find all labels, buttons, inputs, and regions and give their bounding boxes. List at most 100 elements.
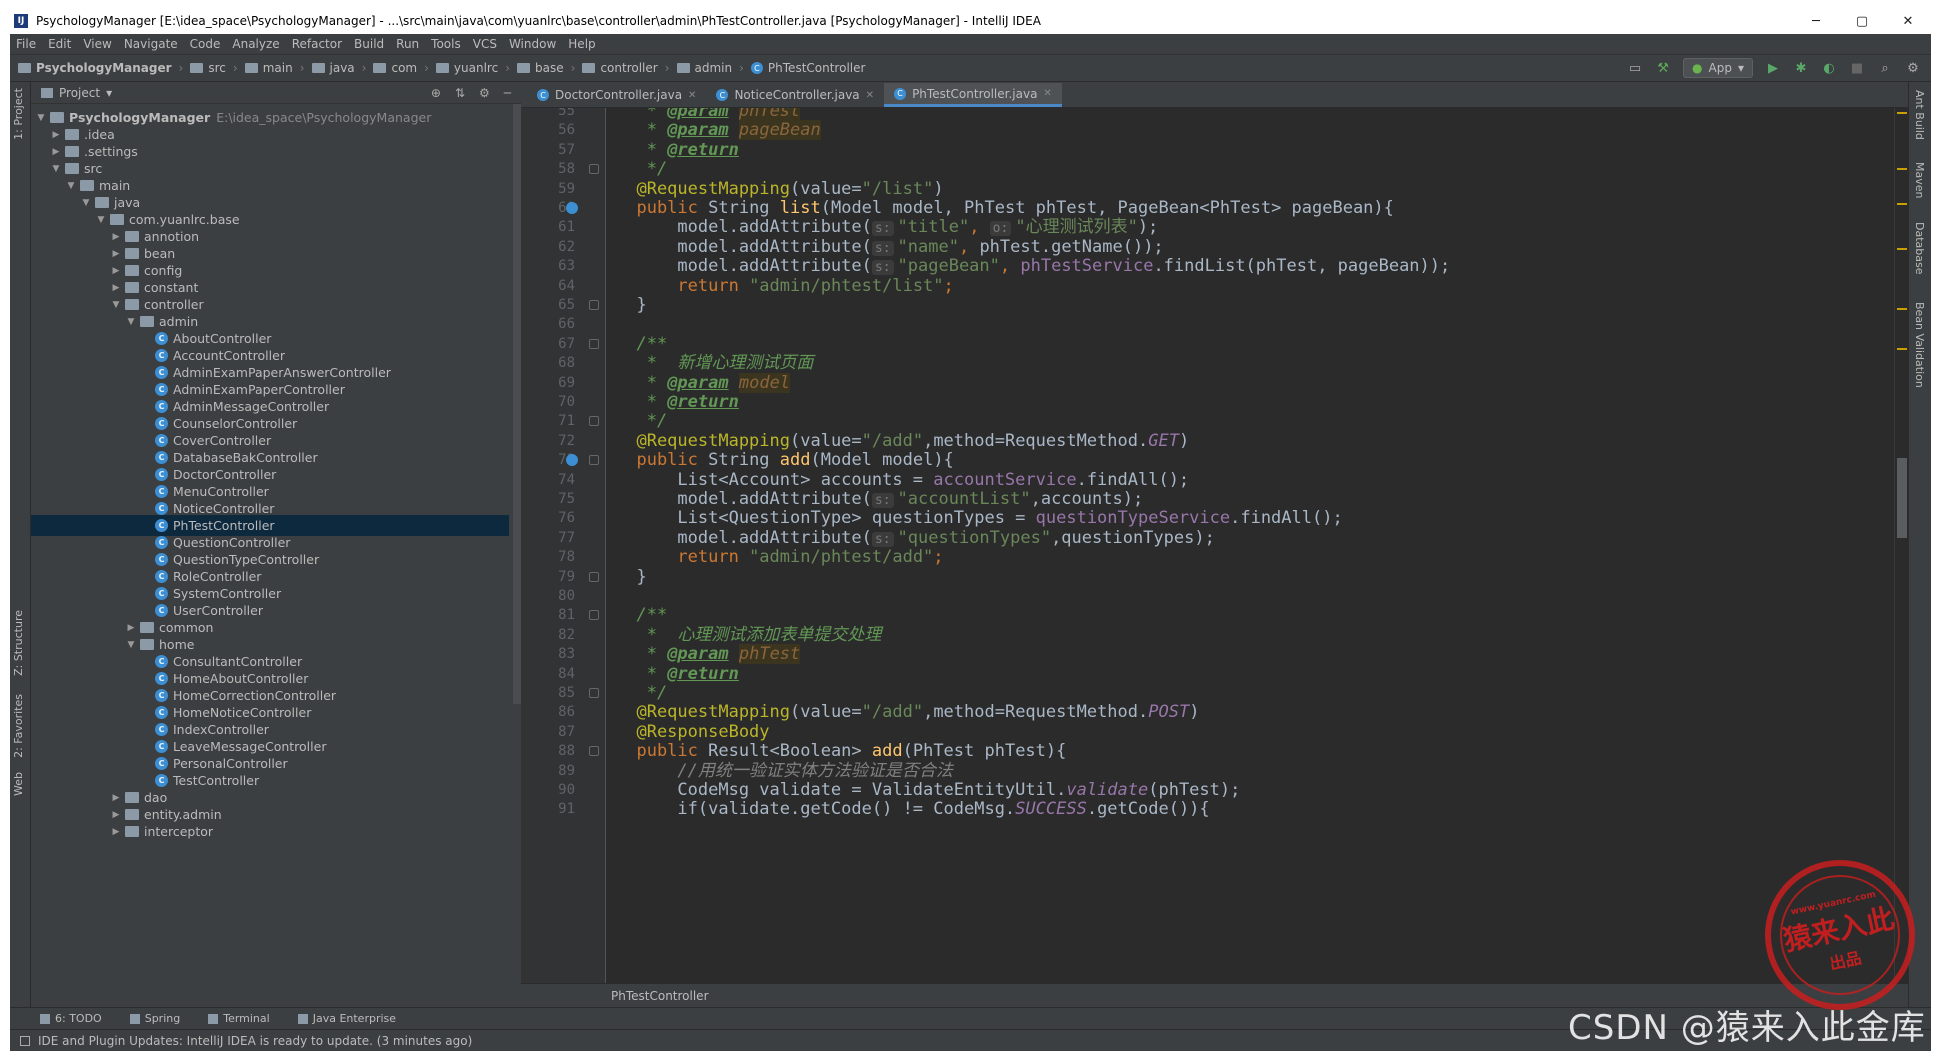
stop-icon[interactable]: ■ xyxy=(1849,60,1865,76)
expanded-arrow-icon[interactable]: ▼ xyxy=(50,164,62,174)
hide-panel-icon[interactable]: ─ xyxy=(504,86,511,100)
collapsed-arrow-icon[interactable]: ▶ xyxy=(125,623,137,633)
close-tab-icon[interactable]: ✕ xyxy=(688,90,696,101)
menu-edit[interactable]: Edit xyxy=(48,37,71,51)
chevron-down-icon[interactable]: ▾ xyxy=(106,86,112,100)
web-tool-tab[interactable]: Web xyxy=(12,772,25,796)
code-area[interactable]: * @param phTest * @param pageBean * @ret… xyxy=(616,108,1888,983)
menu-refactor[interactable]: Refactor xyxy=(292,37,342,51)
menu-vcs[interactable]: VCS xyxy=(473,37,497,51)
menu-tools[interactable]: Tools xyxy=(431,37,461,51)
warning-marker[interactable] xyxy=(1897,168,1907,170)
maximize-button[interactable]: ▢ xyxy=(1839,14,1885,29)
ant-build-tab[interactable]: Ant Build xyxy=(1913,90,1926,140)
expanded-arrow-icon[interactable]: ▼ xyxy=(80,198,92,208)
collapse-all-icon[interactable]: ⇅ xyxy=(455,86,465,100)
menu-run[interactable]: Run xyxy=(396,37,419,51)
breadcrumb-item[interactable]: src › xyxy=(190,61,244,75)
fold-icon[interactable] xyxy=(589,455,599,466)
bottom-tool-tab[interactable]: 6: TODO xyxy=(40,1012,102,1025)
fold-icon[interactable] xyxy=(589,688,599,698)
status-message[interactable]: IDE and Plugin Updates: IntelliJ IDEA is… xyxy=(38,1034,472,1048)
close-tab-icon[interactable]: ✕ xyxy=(866,90,874,101)
search-icon[interactable]: ⌕ xyxy=(1877,60,1893,76)
expanded-arrow-icon[interactable]: ▼ xyxy=(35,113,47,123)
code-line[interactable]: return "admin/phtest/add"; xyxy=(616,545,943,569)
project-tool-tab[interactable]: 1: Project xyxy=(12,88,25,140)
menu-file[interactable]: File xyxy=(16,37,36,51)
debug-icon[interactable]: ✱ xyxy=(1793,60,1809,76)
menu-build[interactable]: Build xyxy=(354,37,384,51)
structure-tool-tab[interactable]: Z: Structure xyxy=(12,610,25,676)
fold-icon[interactable] xyxy=(589,338,599,349)
bottom-tool-tab[interactable]: Terminal xyxy=(208,1012,270,1025)
editor-tab[interactable]: C NoticeController.java ✕ xyxy=(706,83,884,107)
code-line[interactable]: } xyxy=(616,293,646,317)
close-button[interactable]: ✕ xyxy=(1885,14,1931,29)
editor-tab[interactable]: C PhTestController.java ✕ xyxy=(884,83,1062,107)
collapsed-arrow-icon[interactable]: ▶ xyxy=(50,130,62,140)
code-line[interactable]: if(validate.getCode() != CodeMsg.SUCCESS… xyxy=(616,797,1209,821)
locate-icon[interactable]: ⊕ xyxy=(431,86,441,100)
settings-icon[interactable]: ⚙ xyxy=(1905,60,1921,76)
fold-icon[interactable] xyxy=(589,416,599,427)
menu-code[interactable]: Code xyxy=(190,37,221,51)
breadcrumb-item[interactable]: com › xyxy=(373,61,435,75)
collapsed-arrow-icon[interactable]: ▶ xyxy=(110,827,122,837)
expanded-arrow-icon[interactable]: ▼ xyxy=(125,640,137,650)
collapsed-arrow-icon[interactable]: ▶ xyxy=(110,810,122,820)
breadcrumb-item[interactable]: controller › xyxy=(582,61,676,75)
fold-icon[interactable] xyxy=(589,571,599,582)
collapsed-arrow-icon[interactable]: ▶ xyxy=(110,283,122,293)
bottom-tool-tab[interactable]: Java Enterprise xyxy=(297,1012,396,1025)
database-tab[interactable]: Database xyxy=(1913,222,1926,275)
expanded-arrow-icon[interactable]: ▼ xyxy=(65,181,77,191)
breadcrumb-item[interactable]: yuanlrc › xyxy=(435,61,517,75)
bean-validation-tab[interactable]: Bean Validation xyxy=(1913,302,1926,388)
project-view-select[interactable]: Project xyxy=(59,86,100,100)
code-line[interactable]: return "admin/phtest/list"; xyxy=(616,274,953,298)
fold-icon[interactable] xyxy=(589,164,599,175)
menu-window[interactable]: Window xyxy=(509,37,556,51)
menu-view[interactable]: View xyxy=(83,37,111,51)
warning-marker[interactable] xyxy=(1897,112,1907,114)
expanded-arrow-icon[interactable]: ▼ xyxy=(110,300,122,310)
fold-icon[interactable] xyxy=(589,300,599,310)
breadcrumb-item[interactable]: C PhTestController xyxy=(750,61,865,75)
collapsed-arrow-icon[interactable]: ▶ xyxy=(110,249,122,259)
tree-folder-item[interactable]: ▶ interceptor xyxy=(31,821,509,842)
expanded-arrow-icon[interactable]: ▼ xyxy=(95,215,107,225)
project-structure-icon[interactable]: ▭ xyxy=(1627,60,1643,76)
run-config-select[interactable]: ● App ▾ xyxy=(1683,58,1753,78)
minimize-button[interactable]: ─ xyxy=(1793,14,1839,29)
menu-help[interactable]: Help xyxy=(568,37,595,51)
run-icon[interactable]: ▶ xyxy=(1765,60,1781,76)
close-tab-icon[interactable]: ✕ xyxy=(1043,88,1051,99)
warning-marker[interactable] xyxy=(1897,248,1907,250)
favorites-tool-tab[interactable]: 2: Favorites xyxy=(12,694,25,758)
coverage-icon[interactable]: ◐ xyxy=(1821,60,1837,76)
menu-analyze[interactable]: Analyze xyxy=(232,37,279,51)
breadcrumb-item[interactable]: main › xyxy=(244,61,312,75)
collapsed-arrow-icon[interactable]: ▶ xyxy=(110,793,122,803)
collapsed-arrow-icon[interactable]: ▶ xyxy=(50,147,62,157)
fold-icon[interactable] xyxy=(589,610,599,621)
project-tree-scrollbar[interactable] xyxy=(513,104,521,704)
build-hammer-icon[interactable]: ⚒ xyxy=(1655,60,1671,76)
breadcrumb-item[interactable]: PsychologyManager › xyxy=(18,61,190,75)
breadcrumb-item[interactable]: admin › xyxy=(676,61,751,75)
editor-tab[interactable]: C DoctorController.java ✕ xyxy=(527,83,706,107)
warning-marker[interactable] xyxy=(1897,308,1907,310)
bottom-tool-tab[interactable]: Spring xyxy=(129,1012,180,1025)
collapsed-arrow-icon[interactable]: ▶ xyxy=(110,232,122,242)
maven-tab[interactable]: Maven xyxy=(1913,162,1926,198)
collapsed-arrow-icon[interactable]: ▶ xyxy=(110,266,122,276)
editor-scrollbar[interactable] xyxy=(1894,108,1908,983)
breadcrumb-item[interactable]: base › xyxy=(517,61,582,75)
tool-windows-icon[interactable] xyxy=(20,1035,30,1046)
editor-scroll-thumb[interactable] xyxy=(1897,458,1907,538)
warning-marker[interactable] xyxy=(1897,348,1907,350)
code-editor[interactable]: 5556575859606162636465666768697071727374… xyxy=(521,108,1908,983)
request-mapping-gutter-icon[interactable] xyxy=(566,202,578,214)
gear-icon[interactable]: ⚙ xyxy=(479,86,490,100)
